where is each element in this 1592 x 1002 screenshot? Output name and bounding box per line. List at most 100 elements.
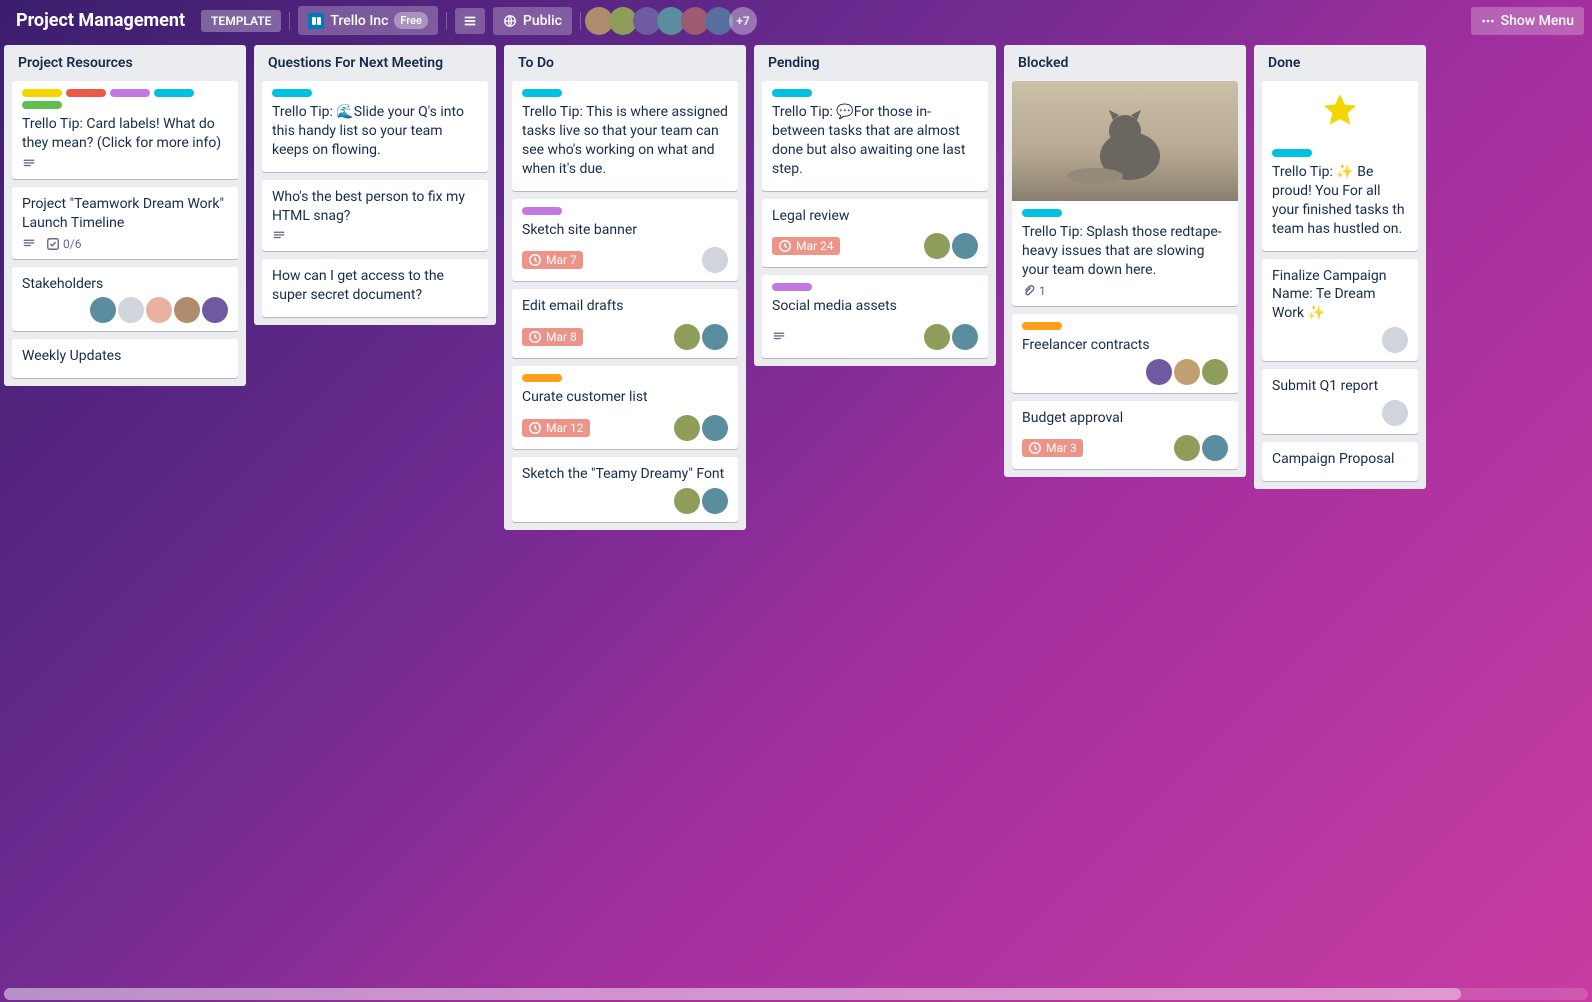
card[interactable]: Trello Tip: 💬For those in-between tasks … [762, 81, 988, 191]
board-view-button[interactable] [455, 8, 485, 34]
card[interactable]: Freelancer contracts [1012, 314, 1238, 393]
label[interactable] [1022, 322, 1062, 330]
list[interactable]: Project Resources Trello Tip: Card labels… [4, 45, 246, 386]
card[interactable]: Campaign Proposal [1262, 442, 1418, 481]
workspace-button[interactable]: Trello Inc Free [298, 6, 438, 35]
label[interactable] [1272, 149, 1312, 157]
due-badge[interactable]: Mar 7 [522, 251, 583, 269]
board-canvas[interactable]: Project Resources Trello Tip: Card labels… [0, 41, 1592, 1001]
card-title: Social media assets [772, 297, 978, 316]
avatar[interactable] [674, 488, 700, 514]
visibility-button[interactable]: Public [493, 7, 572, 35]
label[interactable] [22, 89, 62, 97]
due-badge[interactable]: Mar 24 [772, 237, 840, 255]
avatar[interactable] [1202, 359, 1228, 385]
label[interactable] [772, 283, 812, 291]
avatar[interactable] [118, 297, 144, 323]
avatar[interactable] [90, 297, 116, 323]
list[interactable]: To Do Trello Tip: This is where assigned … [504, 45, 746, 530]
avatar[interactable] [924, 324, 950, 350]
avatar[interactable] [1174, 359, 1200, 385]
avatar[interactable] [924, 233, 950, 259]
card[interactable]: Budget approval Mar 3 [1012, 401, 1238, 470]
card-title: Budget approval [1022, 409, 1228, 428]
card[interactable]: Who's the best person to fix my HTML sna… [262, 180, 488, 252]
card[interactable]: Stakeholders [12, 267, 238, 332]
card-cover [1262, 81, 1418, 141]
plan-pill: Free [394, 12, 428, 29]
card[interactable]: Trello Tip: Card labels! What do they me… [12, 81, 238, 179]
divider [446, 12, 447, 30]
board-members[interactable]: +7 [589, 7, 757, 35]
card[interactable]: Trello Tip: Splash those redtape-heavy i… [1012, 81, 1238, 306]
avatar[interactable] [202, 297, 228, 323]
list-title[interactable]: Done [1262, 53, 1418, 73]
label[interactable] [522, 89, 562, 97]
card-title: Legal review [772, 207, 978, 226]
card-title: Finalize Campaign Name: Te Dream Work ✨ [1272, 267, 1408, 324]
label[interactable] [522, 207, 562, 215]
avatar[interactable] [1202, 435, 1228, 461]
avatar[interactable] [952, 324, 978, 350]
card-members [1022, 359, 1228, 385]
list[interactable]: Done Trello Tip: ✨ Be proud! You For all… [1254, 45, 1426, 489]
avatar[interactable] [702, 324, 728, 350]
label[interactable] [522, 374, 562, 382]
card[interactable]: How can I get access to the super secret… [262, 259, 488, 317]
list-title[interactable]: Questions For Next Meeting [262, 53, 488, 73]
card[interactable]: Curate customer listMar 12 [512, 366, 738, 449]
label[interactable] [110, 89, 150, 97]
members-overflow[interactable]: +7 [729, 7, 757, 35]
card[interactable]: Submit Q1 report [1262, 369, 1418, 434]
description-badge [22, 157, 36, 171]
card[interactable]: Trello Tip: This is where assigned tasks… [512, 81, 738, 191]
scrollbar-thumb[interactable] [4, 988, 1461, 1000]
avatar[interactable] [1174, 435, 1200, 461]
star-icon [1317, 88, 1363, 134]
avatar[interactable] [1146, 359, 1172, 385]
list[interactable]: Questions For Next Meeting Trello Tip: 🌊S… [254, 45, 496, 325]
avatar[interactable] [702, 247, 728, 273]
horizontal-scrollbar[interactable] [4, 988, 1588, 1000]
card[interactable]: Weekly Updates [12, 339, 238, 378]
avatar[interactable] [702, 488, 728, 514]
card[interactable]: Project "Teamwork Dream Work" Launch Tim… [12, 187, 238, 259]
list-title[interactable]: Project Resources [12, 53, 238, 73]
due-badge[interactable]: Mar 8 [522, 328, 583, 346]
label[interactable] [772, 89, 812, 97]
show-menu-button[interactable]: Show Menu [1471, 7, 1584, 35]
card[interactable]: Social media assets [762, 275, 988, 358]
list[interactable]: Pending Trello Tip: 💬For those in-between… [754, 45, 996, 366]
label[interactable] [66, 89, 106, 97]
card[interactable]: Sketch the "Teamy Dreamy" Font [512, 457, 738, 522]
avatar[interactable] [674, 415, 700, 441]
avatar[interactable] [674, 324, 700, 350]
template-badge[interactable]: TEMPLATE [201, 10, 281, 32]
card[interactable]: Legal review Mar 24 [762, 199, 988, 268]
trello-icon [308, 13, 324, 29]
card[interactable]: Finalize Campaign Name: Te Dream Work ✨ [1262, 259, 1418, 362]
avatar[interactable] [952, 233, 978, 259]
due-badge[interactable]: Mar 12 [522, 419, 590, 437]
list[interactable]: Blocked Trello Tip: Splash those redtape… [1004, 45, 1246, 477]
card[interactable]: Edit email draftsMar 8 [512, 289, 738, 358]
card[interactable]: Trello Tip: ✨ Be proud! You For all your… [1262, 81, 1418, 251]
list-title[interactable]: To Do [512, 53, 738, 73]
avatar[interactable] [702, 415, 728, 441]
list-title[interactable]: Blocked [1012, 53, 1238, 73]
card[interactable]: Trello Tip: 🌊Slide your Q's into this ha… [262, 81, 488, 172]
list-title[interactable]: Pending [762, 53, 988, 73]
avatar[interactable] [174, 297, 200, 323]
due-badge[interactable]: Mar 3 [1022, 439, 1083, 457]
avatar[interactable] [1382, 327, 1408, 353]
label[interactable] [22, 101, 62, 109]
card-labels [272, 89, 478, 97]
avatar[interactable] [1382, 400, 1408, 426]
label[interactable] [1022, 209, 1062, 217]
card-title: Stakeholders [22, 275, 228, 294]
avatar[interactable] [146, 297, 172, 323]
card[interactable]: Sketch site bannerMar 7 [512, 199, 738, 282]
board-title[interactable]: Project Management [8, 10, 193, 31]
label[interactable] [154, 89, 194, 97]
label[interactable] [272, 89, 312, 97]
